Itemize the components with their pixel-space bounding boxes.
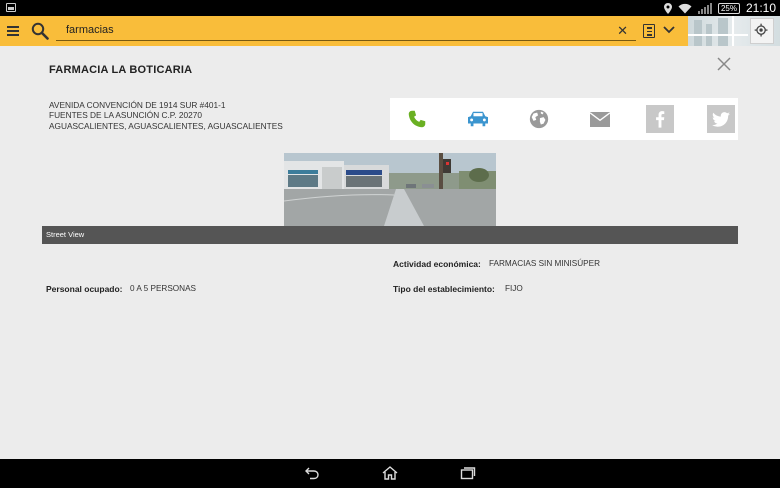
action-panel: [390, 98, 738, 140]
website-button[interactable]: [525, 105, 553, 133]
toolbar: farmacias ✕: [0, 16, 780, 46]
chevron-down-icon[interactable]: [663, 25, 675, 35]
close-icon[interactable]: [716, 56, 732, 72]
list-icon[interactable]: [643, 24, 655, 38]
clock: 21:10: [745, 1, 776, 15]
streetview-image[interactable]: [284, 153, 496, 226]
address-line: FUENTES DE LA ASUNCIÓN C.P. 20270: [49, 110, 202, 121]
twitter-icon: [712, 111, 730, 127]
mail-icon: [590, 111, 610, 127]
back-icon[interactable]: [304, 466, 320, 480]
battery-level: 25%: [720, 3, 737, 13]
signal-icon: [697, 2, 712, 14]
battery-icon: 25%: [717, 2, 740, 14]
tipo-label: Tipo del establecimiento:: [393, 284, 495, 294]
actividad-value: FARMACIAS SIN MINISÚPER: [489, 259, 601, 268]
clear-search-icon[interactable]: ✕: [617, 24, 628, 37]
globe-icon: [529, 109, 549, 129]
car-icon: [468, 111, 488, 127]
status-bar: 25% 21:10: [0, 0, 780, 16]
personal-label: Personal ocupado:: [46, 284, 123, 294]
email-button[interactable]: [586, 105, 614, 133]
navigation-bar: [0, 459, 780, 488]
twitter-button[interactable]: [707, 105, 735, 133]
address-line: AGUASCALIENTES, AGUASCALIENTES, AGUASCAL…: [49, 120, 283, 131]
directions-button[interactable]: [464, 105, 492, 133]
menu-icon[interactable]: [7, 26, 19, 36]
address-line: AVENIDA CONVENCIÓN DE 1914 SUR #401-1: [49, 100, 226, 110]
search-input[interactable]: farmacias: [66, 24, 114, 36]
actividad-label: Actividad económica:: [393, 259, 481, 269]
tipo-value: FIJO: [505, 284, 523, 293]
personal-value: 0 A 5 PERSONAS: [130, 284, 196, 293]
my-location-button[interactable]: [750, 18, 774, 44]
gallery-notification-icon: [6, 3, 16, 12]
phone-icon: [408, 110, 426, 128]
facebook-icon: [656, 111, 665, 128]
crosshair-icon: [754, 23, 768, 37]
location-icon: [663, 2, 672, 14]
place-title: FARMACIA LA BOTICARIA: [49, 64, 193, 76]
search-field[interactable]: farmacias ✕: [56, 21, 636, 41]
search-icon[interactable]: [31, 22, 49, 40]
facebook-button[interactable]: [646, 105, 674, 133]
address: AVENIDA CONVENCIÓN DE 1914 SUR #401-1 FU…: [49, 100, 283, 131]
home-icon[interactable]: [382, 466, 398, 480]
streetview-label: Street View: [42, 226, 738, 244]
call-button[interactable]: [403, 105, 431, 133]
wifi-icon: [678, 3, 692, 14]
recent-apps-icon[interactable]: [460, 466, 476, 480]
